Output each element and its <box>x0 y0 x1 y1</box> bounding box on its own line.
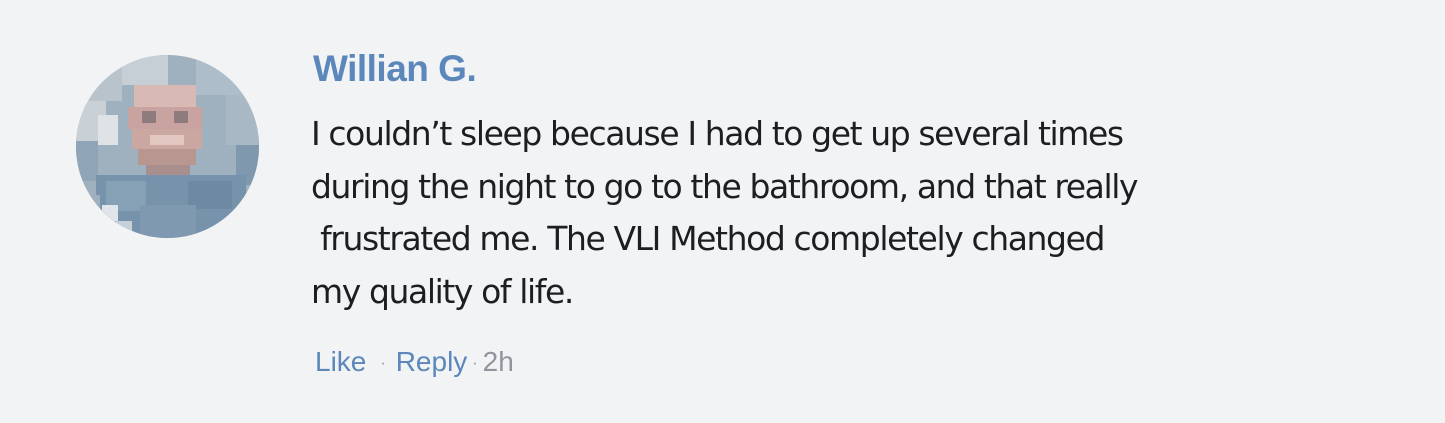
avatar[interactable] <box>76 55 259 238</box>
separator-dot: · <box>472 355 478 372</box>
comment-text-line: my quality of life. <box>311 271 574 311</box>
reply-button[interactable]: Reply <box>396 346 468 378</box>
comment-text-line: I couldn’t sleep because I had to get up… <box>311 114 1124 153</box>
comment-text-line: frustrated me. The VLI Method completely… <box>311 219 1105 258</box>
separator-dot: · <box>380 355 386 372</box>
comment-text: I couldn’t sleep because I had to get up… <box>311 108 1311 318</box>
comment-text-line: during the night to go to the bathroom, … <box>311 166 1139 206</box>
pixelated-profile-photo-icon <box>76 55 259 238</box>
comment-timestamp[interactable]: 2h <box>483 346 514 378</box>
comment-author[interactable]: Willian G. <box>313 48 477 90</box>
like-button[interactable]: Like <box>315 346 366 378</box>
comment-actions: Like · Reply · 2h <box>315 346 514 378</box>
comment: Willian G. I couldn’t sleep because I ha… <box>0 0 1445 423</box>
